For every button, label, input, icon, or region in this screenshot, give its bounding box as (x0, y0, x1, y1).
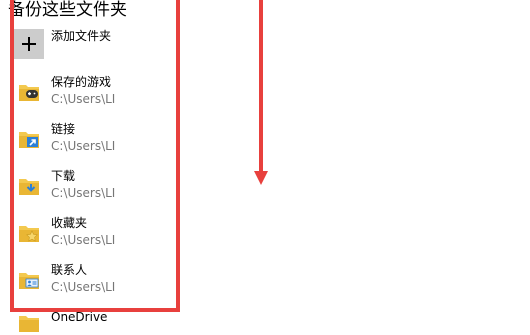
contacts-folder-icon (19, 273, 39, 289)
folder-path: C:\Users\LI (51, 280, 116, 294)
folder-item-favorites[interactable]: 收藏夹 C:\Users\LI (14, 215, 174, 255)
folder-item-links[interactable]: 链接 C:\Users\LI (14, 121, 174, 161)
folder-path: C:\Users\LI (51, 233, 116, 247)
folder-name: 下载 (51, 169, 76, 183)
add-folder-label: 添加文件夹 (51, 29, 112, 43)
folder-item-onedrive[interactable]: OneDrive (14, 307, 174, 332)
plus-icon[interactable] (14, 29, 44, 59)
folder-name: OneDrive (51, 310, 108, 324)
folder-path: C:\Users\LI (51, 92, 116, 106)
folder-item-saved-games[interactable]: 保存的游戏 C:\Users\LI (14, 74, 174, 114)
folder-name: 链接 (51, 122, 76, 136)
page-title: 备份这些文件夹 (8, 0, 127, 20)
folder-path: C:\Users\LI (51, 186, 116, 200)
annotation-arrow-line (259, 0, 263, 172)
annotation-arrow-head (254, 171, 268, 185)
saved-games-folder-icon (19, 85, 39, 101)
links-folder-icon (19, 132, 39, 148)
folder-path: C:\Users\LI (51, 139, 116, 153)
folder-name: 保存的游戏 (51, 75, 112, 89)
onedrive-folder-icon (19, 316, 39, 332)
favorites-folder-icon (19, 226, 39, 242)
folder-name: 联系人 (51, 263, 88, 277)
add-folder-button[interactable]: 添加文件夹 (14, 28, 214, 60)
folder-item-contacts[interactable]: 联系人 C:\Users\LI (14, 262, 174, 302)
folder-item-downloads[interactable]: 下载 C:\Users\LI (14, 168, 174, 208)
folder-name: 收藏夹 (51, 216, 88, 230)
downloads-folder-icon (19, 179, 39, 195)
